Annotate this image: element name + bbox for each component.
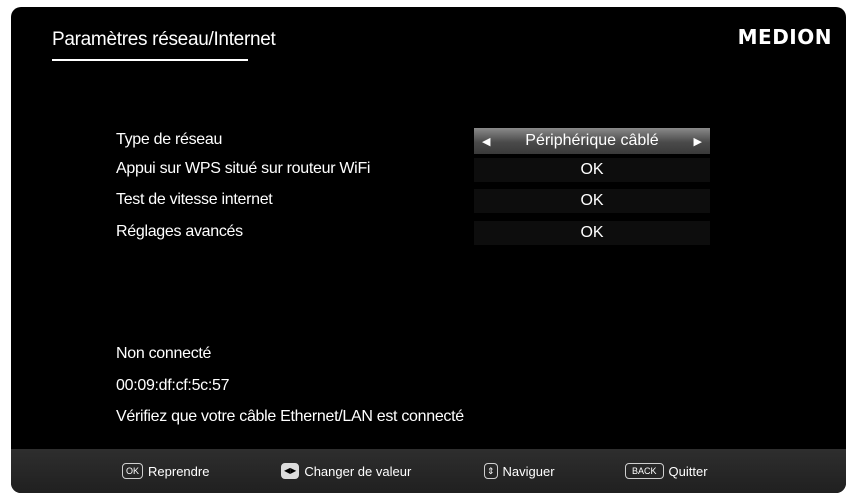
wps-ok-button[interactable]: OK [474, 158, 710, 182]
speed-test-label: Test de vitesse internet [116, 191, 273, 208]
advanced-label: Réglages avancés [116, 223, 243, 240]
footer-change-label: Changer de valeur [304, 463, 412, 479]
title-underline [52, 59, 248, 61]
advanced-ok-button[interactable]: OK [474, 221, 710, 245]
footer-back[interactable]: BACK Quitter [625, 463, 708, 479]
footer-change[interactable]: ◀▶ Changer de valeur [281, 463, 411, 479]
page-title: Paramètres réseau/Internet [52, 29, 276, 50]
network-type-selector[interactable]: ◀ Périphérique câblé ▶ [474, 128, 710, 154]
footer-ok[interactable]: OK Reprendre [122, 463, 209, 479]
connection-hint: Vérifiez que votre câble Ethernet/LAN es… [116, 408, 464, 425]
footer-ok-label: Reprendre [148, 463, 210, 479]
footer-bar: OK Reprendre ◀▶ Changer de valeur ⇕ Navi… [11, 449, 846, 493]
footer-back-label: Quitter [668, 463, 708, 479]
up-down-key-icon: ⇕ [484, 463, 498, 479]
left-arrow-icon[interactable]: ◀ [482, 135, 490, 148]
back-key-icon: BACK [625, 463, 664, 479]
footer-nav-label: Naviguer [502, 463, 555, 479]
mac-address: 00:09:df:cf:5c:57 [116, 377, 230, 394]
footer-navigate[interactable]: ⇕ Naviguer [484, 463, 555, 479]
network-type-value: Périphérique câblé [525, 132, 659, 149]
connection-status: Non connecté [116, 345, 212, 362]
tv-screen: Paramètres réseau/Internet MEDION Type d… [11, 7, 846, 493]
ok-key-icon: OK [122, 463, 144, 479]
wps-label: Appui sur WPS situé sur routeur WiFi [116, 160, 371, 177]
brand-logo: MEDION [737, 25, 832, 49]
network-type-label: Type de réseau [116, 131, 223, 148]
right-arrow-icon[interactable]: ▶ [694, 135, 702, 148]
left-right-key-icon: ◀▶ [281, 463, 300, 479]
speed-test-ok-button[interactable]: OK [474, 189, 710, 213]
